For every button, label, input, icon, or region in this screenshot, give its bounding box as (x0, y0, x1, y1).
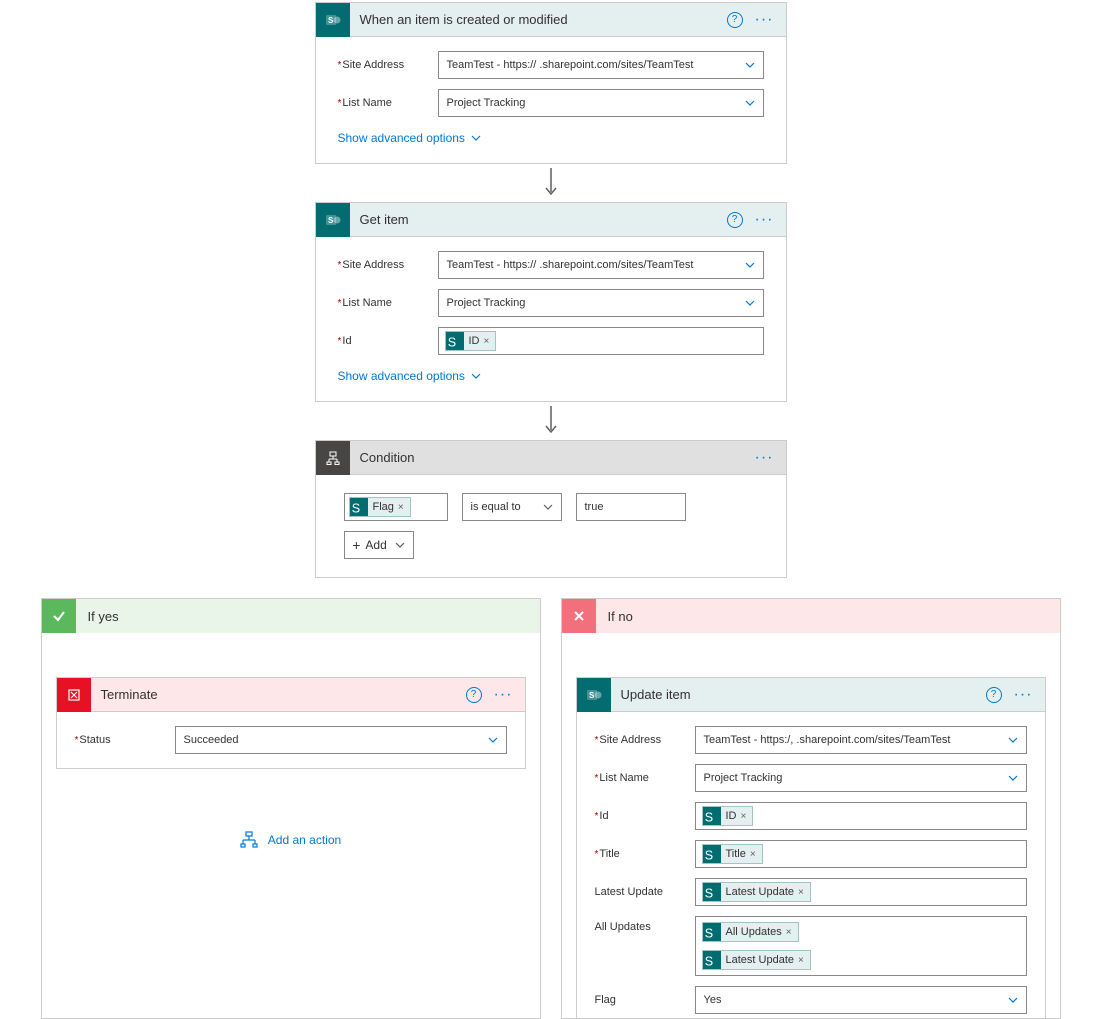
sharepoint-icon: S (316, 203, 350, 237)
remove-token-icon[interactable]: × (798, 955, 804, 966)
all-updates-token[interactable]: SAll Updates× (702, 922, 799, 942)
id-token[interactable]: SID× (702, 806, 754, 826)
help-icon[interactable]: ? (727, 212, 743, 228)
latest-update-label: Latest Update (595, 886, 695, 898)
more-menu[interactable]: ··· (751, 449, 778, 467)
flow-arrow (541, 402, 561, 440)
more-menu[interactable]: ··· (751, 211, 778, 229)
remove-token-icon[interactable]: × (484, 336, 490, 347)
terminate-icon (57, 678, 91, 712)
remove-token-icon[interactable]: × (741, 811, 747, 822)
sharepoint-icon: S (316, 3, 350, 37)
trigger-title: When an item is created or modified (350, 12, 727, 27)
help-icon[interactable]: ? (986, 687, 1002, 703)
check-icon (42, 599, 76, 633)
id-input[interactable]: S ID × (438, 327, 764, 355)
get-item-header[interactable]: S Get item ? ··· (316, 203, 786, 237)
status-label: Status (75, 734, 175, 746)
site-address-label: Site Address (338, 59, 438, 71)
svg-text:S: S (704, 926, 712, 940)
list-name-dropdown[interactable]: Project Tracking (695, 764, 1027, 792)
flag-dropdown[interactable]: Yes (695, 986, 1027, 1014)
get-item-title: Get item (350, 212, 727, 227)
add-condition-button[interactable]: + Add (344, 531, 414, 559)
get-item-card: S Get item ? ··· Site Address TeamTest -… (315, 202, 787, 402)
list-name-dropdown[interactable]: Project Tracking (438, 289, 764, 317)
trigger-header[interactable]: S When an item is created or modified ? … (316, 3, 786, 37)
id-token[interactable]: S ID × (445, 331, 497, 351)
latest-update-token[interactable]: SLatest Update× (702, 950, 811, 970)
condition-header[interactable]: Condition ··· (316, 441, 786, 475)
site-address-label: Site Address (338, 259, 438, 271)
id-label: Id (338, 335, 438, 347)
condition-icon (316, 441, 350, 475)
site-address-dropdown[interactable]: TeamTest - https:/, .sharepoint.com/site… (695, 726, 1027, 754)
condition-operator-dropdown[interactable]: is equal to (462, 493, 562, 521)
remove-token-icon[interactable]: × (798, 887, 804, 898)
list-name-label: List Name (338, 297, 438, 309)
id-input[interactable]: SID× (695, 802, 1027, 830)
x-icon (562, 599, 596, 633)
svg-text:S: S (447, 335, 455, 349)
all-updates-input[interactable]: SAll Updates× SLatest Update× (695, 916, 1027, 976)
all-updates-label: All Updates (595, 916, 695, 933)
flag-token[interactable]: S Flag × (349, 497, 411, 517)
condition-title: Condition (350, 450, 751, 465)
if-no-branch: If no S Update item ? ··· (561, 598, 1061, 1019)
svg-text:S: S (704, 886, 712, 900)
remove-token-icon[interactable]: × (786, 927, 792, 938)
if-yes-header: If yes (42, 599, 540, 633)
svg-text:S: S (704, 954, 712, 968)
update-item-card: S Update item ? ··· Site Address (576, 677, 1046, 1018)
svg-text:S: S (704, 810, 712, 824)
if-yes-branch: If yes Terminate ? ··· (41, 598, 541, 1019)
condition-card: Condition ··· S Flag × is equal to (315, 440, 787, 578)
remove-token-icon[interactable]: × (398, 502, 404, 513)
status-dropdown[interactable]: Succeeded (175, 726, 507, 754)
latest-update-input[interactable]: SLatest Update× (695, 878, 1027, 906)
help-icon[interactable]: ? (727, 12, 743, 28)
if-no-title: If no (596, 609, 633, 624)
svg-text:S: S (589, 691, 595, 700)
help-icon[interactable]: ? (466, 687, 482, 703)
flag-label: Flag (595, 994, 695, 1006)
terminate-header[interactable]: Terminate ? ··· (57, 678, 525, 712)
svg-text:S: S (704, 848, 712, 862)
condition-left-input[interactable]: S Flag × (344, 493, 448, 521)
list-name-label: List Name (595, 772, 695, 784)
svg-text:S: S (328, 16, 334, 25)
flow-arrow (541, 164, 561, 202)
site-address-label: Site Address (595, 734, 695, 746)
add-action-button[interactable]: Add an action (240, 831, 341, 849)
title-label: Title (595, 848, 695, 860)
site-address-dropdown[interactable]: TeamTest - https:// .sharepoint.com/site… (438, 251, 764, 279)
show-advanced-link[interactable]: Show advanced options (338, 131, 481, 145)
trigger-card: S When an item is created or modified ? … (315, 2, 787, 164)
terminate-card: Terminate ? ··· Status Succeeded (56, 677, 526, 769)
title-token[interactable]: STitle× (702, 844, 763, 864)
remove-token-icon[interactable]: × (750, 849, 756, 860)
terminate-title: Terminate (91, 687, 466, 702)
more-menu[interactable]: ··· (751, 11, 778, 29)
id-label: Id (595, 810, 695, 822)
sharepoint-icon: S (577, 678, 611, 712)
add-action-icon (240, 831, 258, 849)
show-advanced-link[interactable]: Show advanced options (338, 369, 481, 383)
more-menu[interactable]: ··· (1010, 686, 1037, 704)
list-name-dropdown[interactable]: Project Tracking (438, 89, 764, 117)
title-input[interactable]: STitle× (695, 840, 1027, 868)
more-menu[interactable]: ··· (490, 686, 517, 704)
update-item-header[interactable]: S Update item ? ··· (577, 678, 1045, 712)
list-name-label: List Name (338, 97, 438, 109)
update-item-title: Update item (611, 687, 986, 702)
condition-value-input[interactable]: true (576, 493, 686, 521)
site-address-dropdown[interactable]: TeamTest - https:// .sharepoint.com/site… (438, 51, 764, 79)
svg-text:S: S (328, 216, 334, 225)
if-no-header: If no (562, 599, 1060, 633)
plus-icon: + (352, 537, 360, 553)
svg-text:S: S (351, 501, 359, 515)
if-yes-title: If yes (76, 609, 119, 624)
latest-update-token[interactable]: SLatest Update× (702, 882, 811, 902)
